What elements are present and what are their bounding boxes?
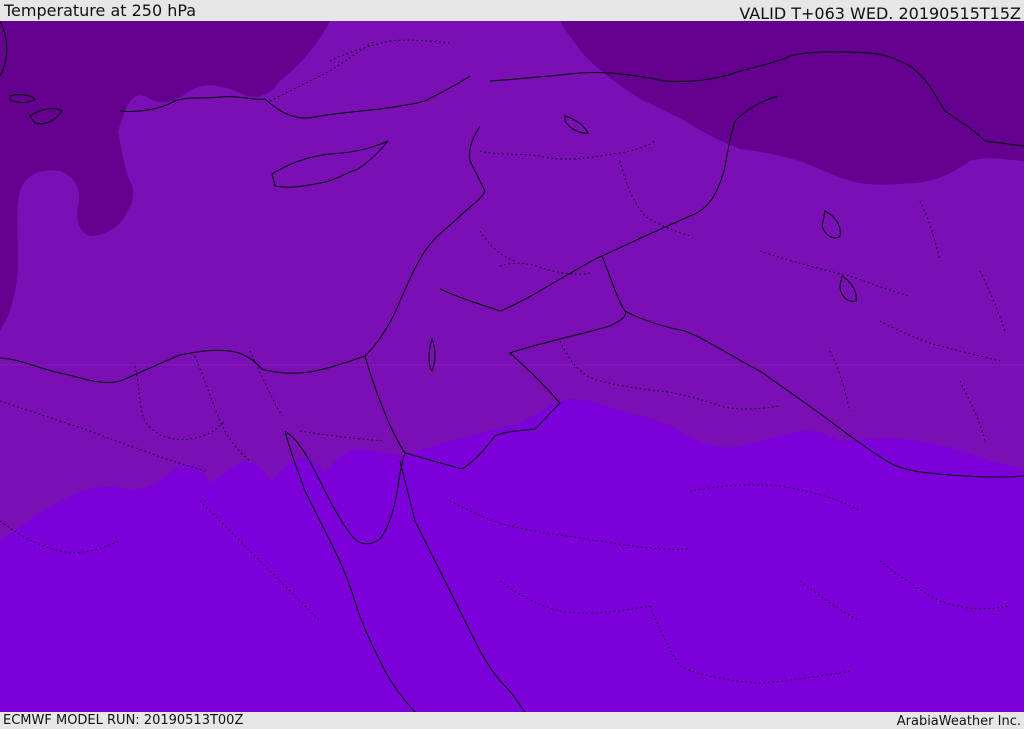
- map-canvas[interactable]: [0, 21, 1024, 712]
- valid-time: VALID T+063 WED. 20190515T15Z: [739, 4, 1021, 23]
- temperature-map: [0, 21, 1024, 712]
- model-run-label: ECMWF MODEL RUN: 20190513T00Z: [3, 713, 244, 728]
- map-title: Temperature at 250 hPa: [4, 1, 197, 20]
- footer-bar: ECMWF MODEL RUN: 20190513T00Z ArabiaWeat…: [0, 712, 1024, 729]
- header-bar: Temperature at 250 hPa VALID T+063 WED. …: [0, 0, 1024, 23]
- credit-label: ArabiaWeather Inc.: [896, 714, 1021, 729]
